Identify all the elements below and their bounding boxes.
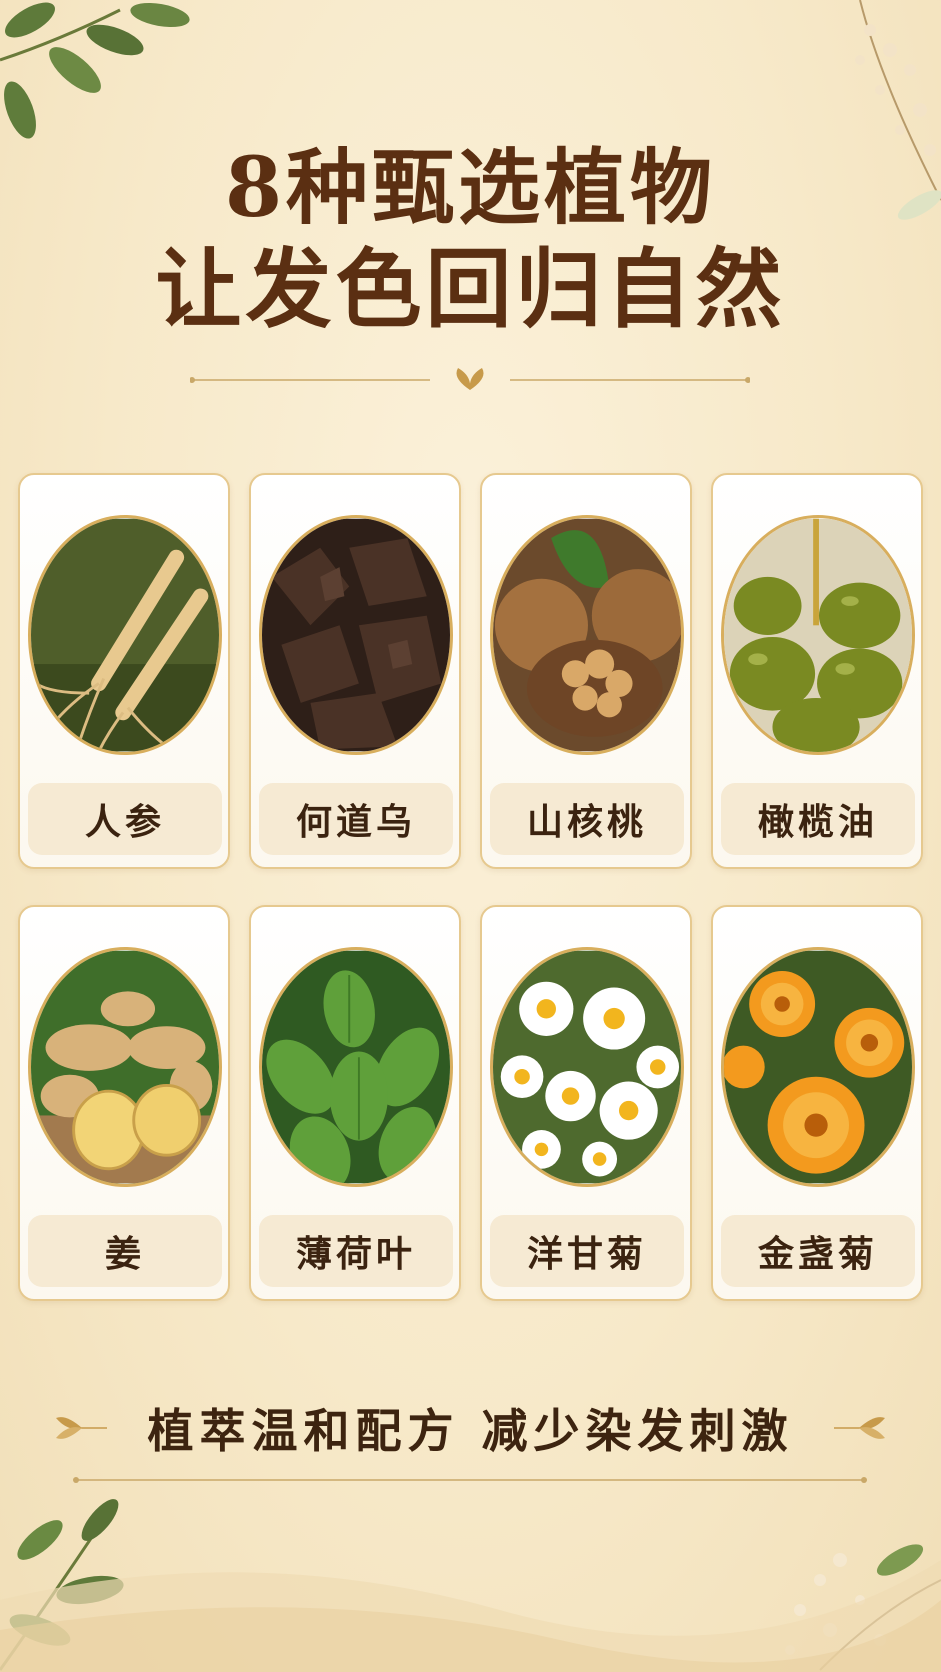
plant-card-ginseng: 人参 [18, 473, 230, 869]
right-leaf-ornament-icon [834, 1417, 885, 1439]
bottom-silk-wave-decoration [0, 1560, 941, 1672]
plant-card-walnut: 山核桃 [480, 473, 692, 869]
plant-card-chamomile: 洋甘菊 [480, 905, 692, 1301]
footer-divider-line [73, 1477, 867, 1483]
plant-card-mint: 薄荷叶 [249, 905, 461, 1301]
olive-oil-icon [721, 515, 915, 755]
title-divider-leaf-ornament [190, 368, 750, 390]
page-title-line-1: 8种甄选植物 [224, 140, 717, 236]
ginseng-icon [28, 515, 222, 755]
plant-card-olive-oil: 橄榄油 [711, 473, 923, 869]
top-left-leaves-decoration [0, 2, 190, 139]
plant-label-walnut: 山核桃 [490, 783, 684, 855]
plant-label-olive-oil: 橄榄油 [721, 783, 915, 855]
heshouwu-chunks-icon [259, 515, 453, 755]
plant-label-mint: 薄荷叶 [259, 1215, 453, 1287]
walnut-icon [490, 515, 684, 755]
ginger-icon [28, 947, 222, 1187]
plant-label-calendula: 金盏菊 [721, 1215, 915, 1287]
page-title-line-2: 让发色回归自然 [155, 239, 786, 340]
plant-label-heshouwu: 何道乌 [259, 783, 453, 855]
plant-label-ginger: 姜 [28, 1215, 222, 1287]
plant-label-ginseng: 人参 [28, 783, 222, 855]
footer-slogan: 植萃温和配方 减少染发刺激 [147, 1404, 794, 1458]
plant-card-ginger: 姜 [18, 905, 230, 1301]
plant-label-chamomile: 洋甘菊 [490, 1215, 684, 1287]
calendula-flower-icon [721, 947, 915, 1187]
chamomile-flower-icon [490, 947, 684, 1187]
plant-card-heshouwu: 何道乌 [249, 473, 461, 869]
plant-card-calendula: 金盏菊 [711, 905, 923, 1301]
mint-leaf-icon [259, 947, 453, 1187]
